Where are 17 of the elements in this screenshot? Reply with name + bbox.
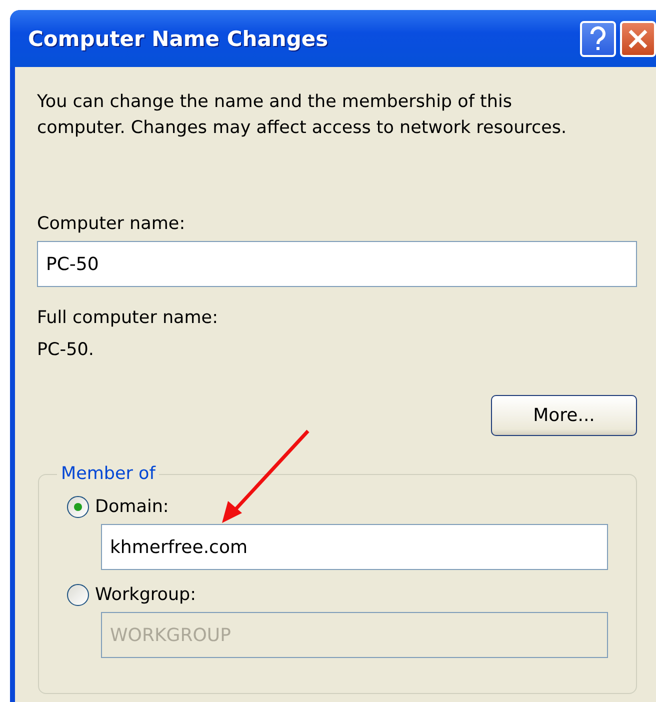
more-button[interactable]: More... [491, 395, 637, 436]
full-name-label: Full computer name: [37, 307, 219, 330]
close-button[interactable] [620, 20, 656, 56]
radio-button[interactable] [67, 496, 89, 518]
computer-name-label: Computer name: [37, 213, 186, 236]
group-legend: Member of [57, 464, 160, 484]
radio-button[interactable] [67, 584, 89, 606]
window-title: Computer Name Changes [28, 26, 328, 50]
radio-label[interactable]: Workgroup: [95, 585, 196, 605]
text-field[interactable]: khmerfree.com [101, 524, 608, 570]
intro-text: You can change the name and the membership of this computer. Changes may affect access to network resources. [37, 91, 568, 140]
radio-label[interactable]: Domain: [95, 497, 169, 517]
close-icon [628, 28, 648, 48]
help-button[interactable] [580, 20, 616, 56]
full-name-value: PC-50. [37, 339, 95, 362]
question-mark-icon [589, 26, 607, 52]
computer-name-field[interactable]: PC-50 [37, 241, 637, 287]
